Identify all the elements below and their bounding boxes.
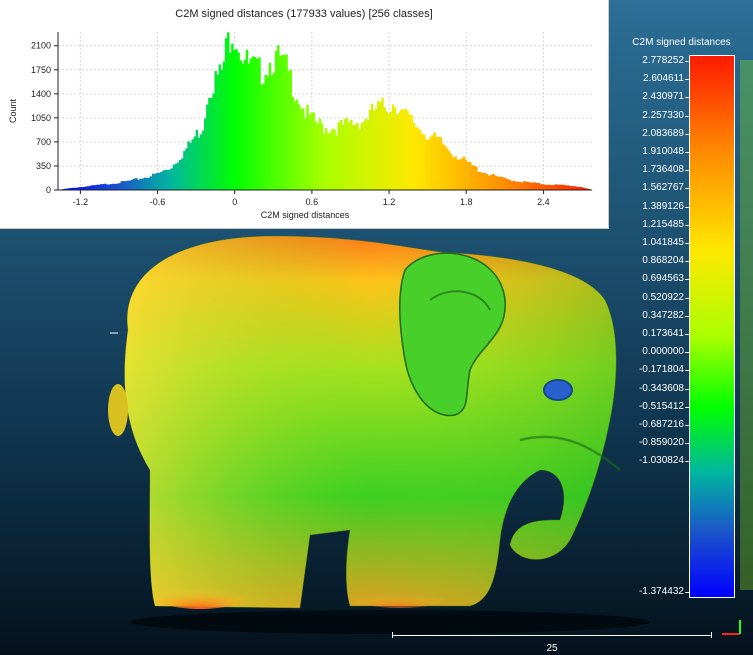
color-scale-label: 1.041845 <box>600 237 689 249</box>
histogram-panel: C2M signed distances (177933 values) [25… <box>0 0 609 229</box>
color-scale-label: 1.215485 <box>600 219 689 231</box>
color-scale-title: C2M signed distances <box>632 37 731 48</box>
y-tick-label: 350 <box>36 161 51 171</box>
color-scale-label: -0.515412 <box>600 401 689 413</box>
color-scale-label: 0.520922 <box>600 292 689 304</box>
y-tick-label: 1400 <box>31 89 51 99</box>
x-tick-label: 0.6 <box>306 197 319 207</box>
color-scale-label: 0.173641 <box>600 328 689 340</box>
color-scale-label: 0.868204 <box>600 255 689 267</box>
color-scale-label: 2.257330 <box>600 110 689 122</box>
y-tick-label: 700 <box>36 137 51 147</box>
color-scale-label: 1.389126 <box>600 201 689 213</box>
color-scale-label: -0.343608 <box>600 383 689 395</box>
color-scale-label: 0.000000 <box>600 346 689 358</box>
color-scale-label: 2.430971 <box>600 91 689 103</box>
color-scale-label: -1.374432 <box>600 586 689 598</box>
color-scale-label: 1.562767 <box>600 182 689 194</box>
x-tick-label: 2.4 <box>537 197 550 207</box>
x-axis-label: C2M signed distances <box>261 210 350 220</box>
histogram-chart: -1.2 -0.6 0 0.6 1.2 1.8 2.4 0 350 700 1050 1400 1750… <box>8 32 593 220</box>
axis-gizmo-icon <box>722 620 741 635</box>
color-scale-label: 0.694563 <box>600 273 689 285</box>
y-tick-label: 1050 <box>31 113 51 123</box>
scale-bar <box>392 632 712 640</box>
color-scale-label: 2.083689 <box>600 128 689 140</box>
x-tick-label: -0.6 <box>150 197 166 207</box>
x-tick-label: 1.8 <box>460 197 473 207</box>
color-scale-label: 1.736408 <box>600 164 689 176</box>
color-scale-bar <box>689 55 735 598</box>
y-axis-label: Count <box>8 99 18 124</box>
y-tick-label: 1750 <box>31 65 51 75</box>
color-scale-label: -1.030824 <box>600 455 689 467</box>
color-scale-label: -0.171804 <box>600 364 689 376</box>
color-scale-label: 2.604611 <box>600 73 689 85</box>
color-scale-label: 0.347282 <box>600 310 689 322</box>
y-tick-label: 0 <box>46 185 51 195</box>
color-scale-label: -0.687216 <box>600 419 689 431</box>
y-tick-label: 2100 <box>31 41 51 51</box>
color-scale-label: -0.859020 <box>600 437 689 449</box>
color-scale-label: 2.778252 <box>600 55 689 67</box>
x-tick-label: 0 <box>232 197 237 207</box>
color-scale-label: 1.910048 <box>600 146 689 158</box>
scale-bar-label: 25 <box>546 643 558 654</box>
x-tick-label: -1.2 <box>73 197 89 207</box>
x-tick-label: 1.2 <box>383 197 396 207</box>
